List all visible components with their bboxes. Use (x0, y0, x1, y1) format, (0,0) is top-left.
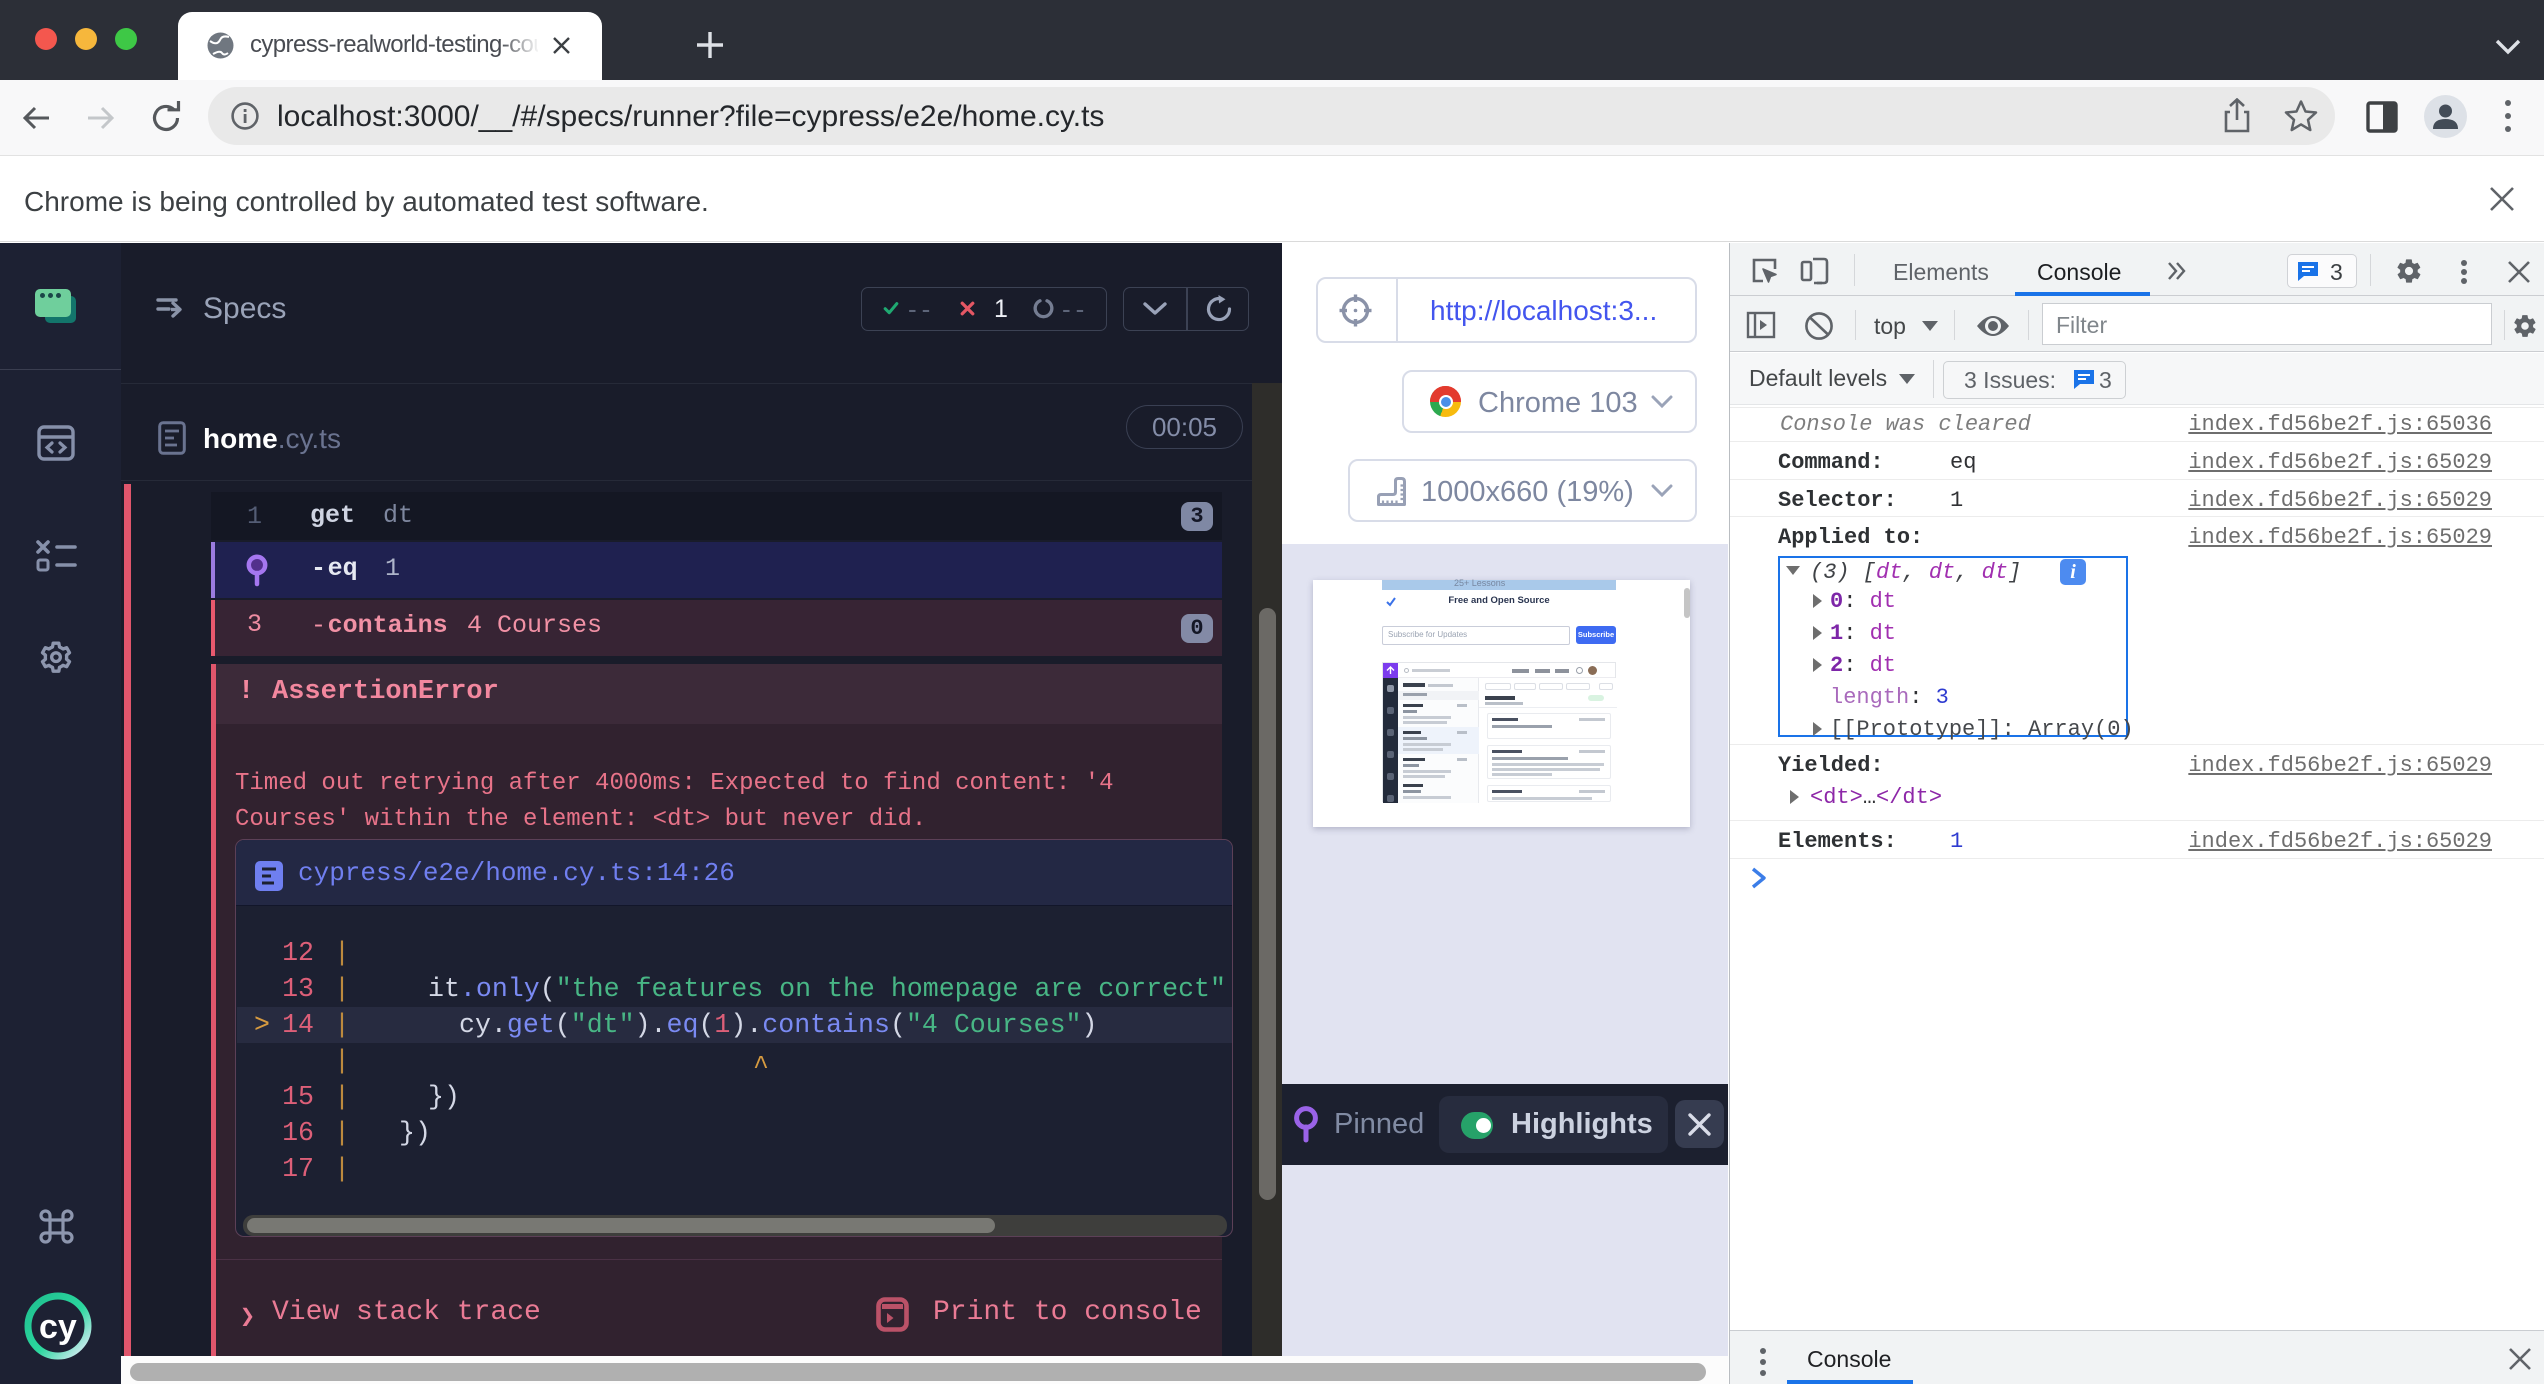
svg-text:cy: cy (39, 1308, 77, 1346)
